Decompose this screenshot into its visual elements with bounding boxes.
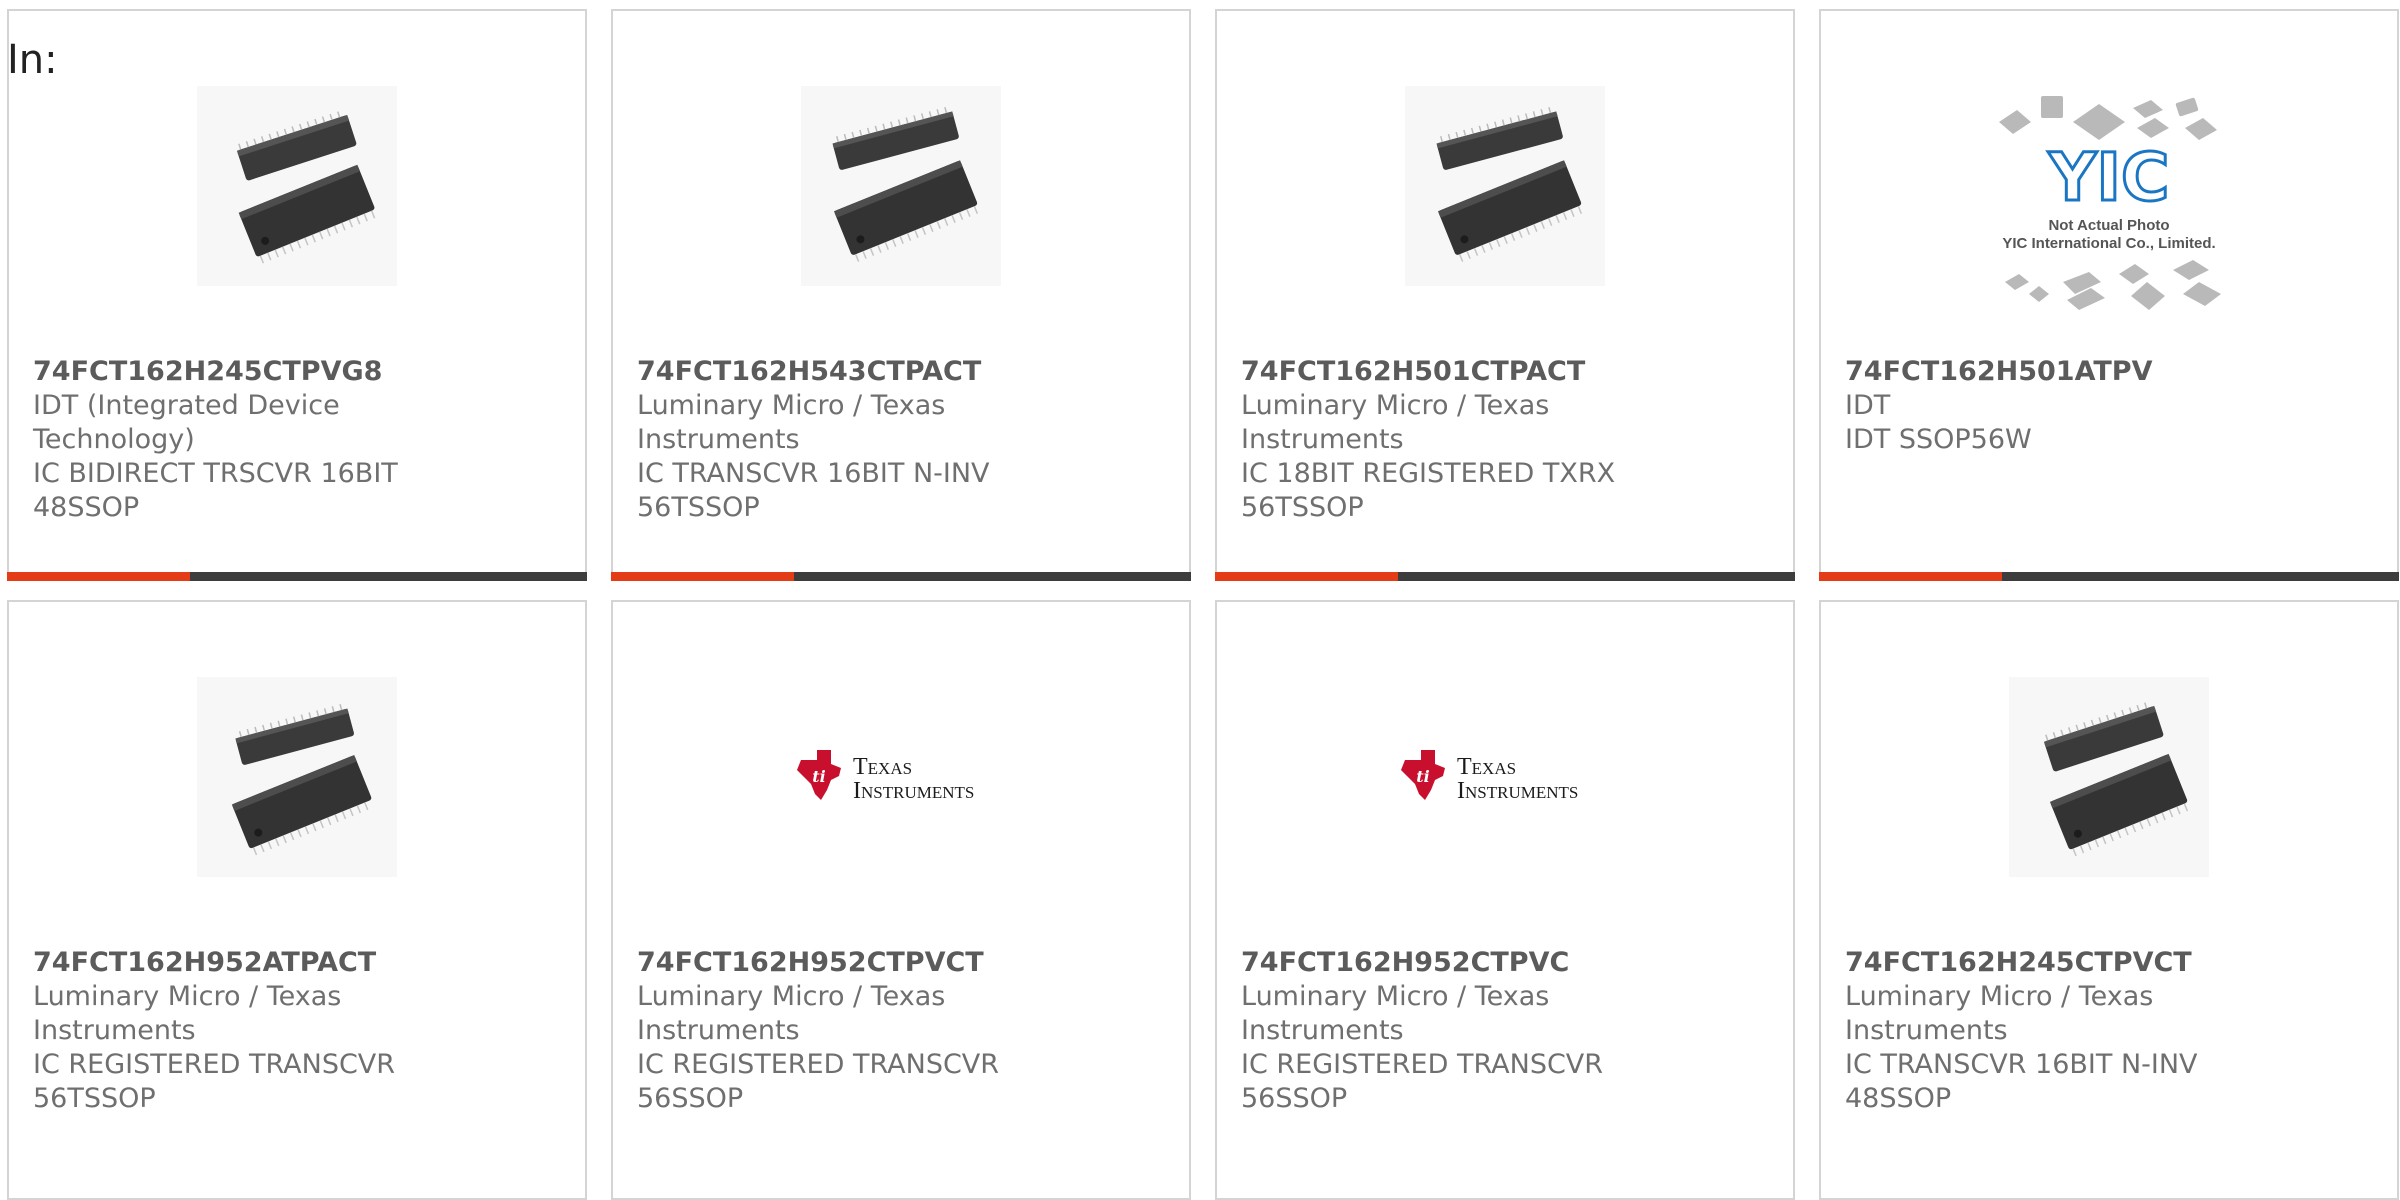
part-number[interactable]: 74FCT162H952ATPACT: [33, 946, 453, 980]
logo-line-1: Texas: [853, 754, 912, 780]
product-card[interactable]: 74FCT162H245CTPVCT Luminary Micro / Texa…: [1819, 600, 2399, 1200]
product-image[interactable]: YIC Not Actual Photo YIC International C…: [1821, 96, 2397, 310]
texas-instruments-logo: ti Texas Instruments: [797, 750, 974, 804]
ic-chip-icon: [801, 86, 1001, 286]
product-card[interactable]: 74FCT162H245CTPVG8 IDT (Integrated Devic…: [7, 9, 587, 581]
product-card[interactable]: ti Texas Instruments 74FCT162H952CTPVC L…: [1215, 600, 1795, 1200]
manufacturer: Luminary Micro / Texas Instruments: [33, 981, 342, 1046]
product-image[interactable]: [613, 81, 1189, 291]
product-info: 74FCT162H245CTPVG8 IDT (Integrated Devic…: [33, 355, 453, 525]
description: IC TRANSCVR 16BIT N-INV 56TSSOP: [637, 458, 990, 523]
product-image[interactable]: [9, 81, 585, 291]
description: IC REGISTERED TRANSCVR 56SSOP: [1241, 1049, 1604, 1114]
card-accent-bar: [1215, 572, 1795, 581]
ic-chip-icon: [1405, 86, 1605, 286]
manufacturer: Luminary Micro / Texas Instruments: [1845, 981, 2154, 1046]
product-card[interactable]: 74FCT162H543CTPACT Luminary Micro / Texa…: [611, 9, 1191, 581]
logo-line-1: Texas: [1457, 754, 1516, 780]
product-info: 74FCT162H952CTPVC Luminary Micro / Texas…: [1241, 946, 1661, 1116]
description: IC BIDIRECT TRSCVR 16BIT 48SSOP: [33, 458, 398, 523]
ic-chip-icon: [197, 86, 397, 286]
placeholder-caption-line1: Not Actual Photo: [2048, 217, 2169, 234]
product-image[interactable]: [1821, 672, 2397, 882]
product-card[interactable]: ti Texas Instruments 74FCT162H952CTPVCT …: [611, 600, 1191, 1200]
placeholder-image-icon: YIC Not Actual Photo YIC International C…: [1999, 96, 2221, 310]
manufacturer: Luminary Micro / Texas Instruments: [1241, 981, 1550, 1046]
card-accent-bar: [7, 572, 587, 581]
manufacturer: Luminary Micro / Texas Instruments: [1241, 390, 1550, 455]
manufacturer: Luminary Micro / Texas Instruments: [637, 390, 946, 455]
card-accent-bar: [1819, 572, 2399, 581]
texas-instruments-logo: ti Texas Instruments: [1401, 750, 1578, 804]
description: IC REGISTERED TRANSCVR 56TSSOP: [33, 1049, 396, 1114]
ic-chip-icon: [197, 677, 397, 877]
manufacturer: Luminary Micro / Texas Instruments: [637, 981, 946, 1046]
description: IDT SSOP56W: [1845, 424, 2032, 455]
manufacturer: IDT: [1845, 390, 1891, 421]
part-number[interactable]: 74FCT162H952CTPVCT: [637, 946, 1057, 980]
product-info: 74FCT162H501CTPACT Luminary Micro / Texa…: [1241, 355, 1661, 525]
placeholder-logo-text: YIC: [2048, 139, 2170, 216]
description: IC TRANSCVR 16BIT N-INV 48SSOP: [1845, 1049, 2198, 1114]
product-card[interactable]: 74FCT162H501CTPACT Luminary Micro / Texa…: [1215, 9, 1795, 581]
part-number[interactable]: 74FCT162H952CTPVC: [1241, 946, 1661, 980]
part-number[interactable]: 74FCT162H501CTPACT: [1241, 355, 1661, 389]
product-info: 74FCT162H245CTPVCT Luminary Micro / Texa…: [1845, 946, 2265, 1116]
product-info: 74FCT162H501ATPV IDT IDT SSOP56W: [1845, 355, 2265, 457]
description: IC 18BIT REGISTERED TXRX 56TSSOP: [1241, 458, 1616, 523]
part-number[interactable]: 74FCT162H245CTPVG8: [33, 355, 453, 389]
placeholder-caption-line2: YIC International Co., Limited.: [2002, 235, 2215, 252]
ic-chip-icon: [2009, 677, 2209, 877]
logo-line-2: Instruments: [853, 778, 974, 804]
svg-text:ti: ti: [1416, 767, 1429, 786]
product-image[interactable]: [1217, 81, 1793, 291]
product-info: 74FCT162H952ATPACT Luminary Micro / Texa…: [33, 946, 453, 1116]
product-grid-row-2: 74FCT162H952ATPACT Luminary Micro / Texa…: [7, 600, 2400, 1200]
svg-text:ti: ti: [812, 767, 825, 786]
product-image[interactable]: [9, 672, 585, 882]
card-accent-bar: [611, 572, 1191, 581]
product-info: 74FCT162H543CTPACT Luminary Micro / Texa…: [637, 355, 1057, 525]
product-card[interactable]: YIC Not Actual Photo YIC International C…: [1819, 9, 2399, 581]
product-info: 74FCT162H952CTPVCT Luminary Micro / Texa…: [637, 946, 1057, 1116]
product-card[interactable]: 74FCT162H952ATPACT Luminary Micro / Texa…: [7, 600, 587, 1200]
product-image[interactable]: ti Texas Instruments: [1217, 672, 1793, 882]
logo-line-2: Instruments: [1457, 778, 1578, 804]
product-grid: 74FCT162H245CTPVG8 IDT (Integrated Devic…: [7, 9, 2400, 581]
part-number[interactable]: 74FCT162H245CTPVCT: [1845, 946, 2265, 980]
part-number[interactable]: 74FCT162H543CTPACT: [637, 355, 1057, 389]
page-label: In:: [7, 37, 58, 83]
manufacturer: IDT (Integrated Device Technology): [33, 390, 340, 455]
product-image[interactable]: ti Texas Instruments: [613, 672, 1189, 882]
part-number[interactable]: 74FCT162H501ATPV: [1845, 355, 2265, 389]
description: IC REGISTERED TRANSCVR 56SSOP: [637, 1049, 1000, 1114]
